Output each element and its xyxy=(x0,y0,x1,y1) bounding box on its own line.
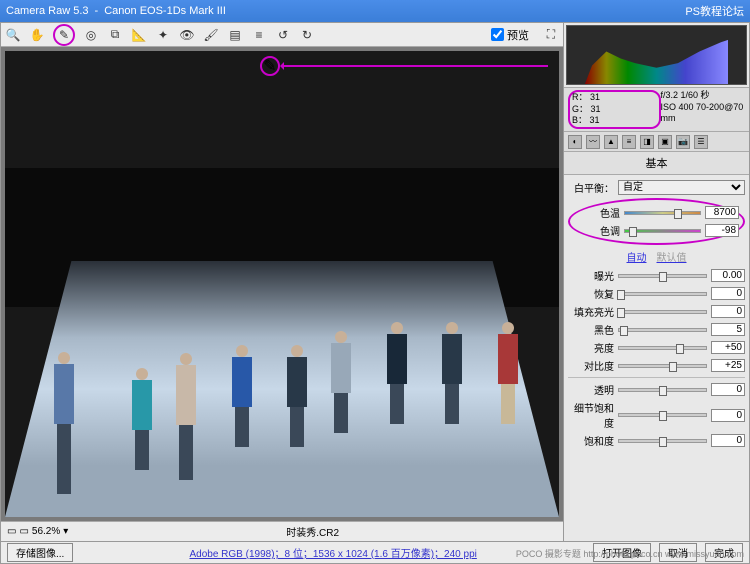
contrast-input[interactable] xyxy=(711,359,745,372)
vibrance-slider[interactable] xyxy=(618,413,707,417)
black-input[interactable] xyxy=(711,323,745,336)
tab-hsl-icon[interactable]: ≡ xyxy=(622,135,636,149)
sat-input[interactable] xyxy=(711,434,745,447)
temp-slider[interactable] xyxy=(624,211,701,215)
zoom-plus-icon[interactable]: ▭ xyxy=(19,526,28,537)
title-bar: Camera Raw 5.3 - Canon EOS-1Ds Mark III … xyxy=(0,0,750,22)
tab-presets-icon[interactable]: ☰ xyxy=(694,135,708,149)
zoom-value[interactable]: 56.2% xyxy=(32,526,60,537)
status-bar: ▭ ▭ 56.2% ▾ 时装秀.CR2 xyxy=(1,521,563,541)
clarity-input[interactable] xyxy=(711,383,745,396)
tint-slider[interactable] xyxy=(624,229,701,233)
adjustment-brush-icon[interactable]: 🖌 xyxy=(203,27,219,43)
annotation-arrow xyxy=(282,65,548,67)
panel-tabs: ◐ 〰 ▲ ≡ ◨ ▣ 📷 ☰ xyxy=(564,132,749,152)
image-canvas-wrap: ✎ xyxy=(1,47,563,521)
rotate-cw-icon[interactable]: ↻ xyxy=(299,27,315,43)
graduated-filter-icon[interactable]: ▤ xyxy=(227,27,243,43)
bright-slider[interactable] xyxy=(618,346,707,350)
white-balance-tool-icon[interactable]: ✎ xyxy=(56,27,72,43)
panel-title: 基本 xyxy=(564,152,749,175)
rgb-readout-highlight: R： 31 G： 31 B： 31 xyxy=(568,90,661,129)
g-value: G： 31 xyxy=(572,104,657,116)
temp-label: 色温 xyxy=(574,205,620,220)
badge-title: PS教程论坛 xyxy=(685,6,744,18)
prefs-icon[interactable]: ≡ xyxy=(251,27,267,43)
wb-label: 白平衡： xyxy=(568,180,614,195)
exposure-slider[interactable] xyxy=(618,274,707,278)
preview-check-input[interactable] xyxy=(491,28,504,41)
color-sampler-icon[interactable]: ◎ xyxy=(83,27,99,43)
temp-tint-highlight: 色温 色调 xyxy=(568,198,745,245)
r-value: R： 31 xyxy=(572,92,657,104)
zoom-tool-icon[interactable]: 🔍 xyxy=(5,27,21,43)
tint-label: 色调 xyxy=(574,223,620,238)
white-balance-tool-highlight: ✎ xyxy=(53,24,75,46)
fill-slider[interactable] xyxy=(618,310,707,314)
info-readout: R： 31 G： 31 B： 31 f/3.2 1/60 秒 ISO 400 7… xyxy=(564,87,749,132)
save-button[interactable]: 存储图像... xyxy=(7,543,73,562)
straighten-tool-icon[interactable]: 📐 xyxy=(131,27,147,43)
exposure-input[interactable] xyxy=(711,269,745,282)
fullscreen-icon[interactable]: ⛶ xyxy=(543,27,559,43)
wb-select[interactable]: 自定 xyxy=(618,180,745,195)
image-preview[interactable]: ✎ xyxy=(5,51,559,517)
temp-input[interactable] xyxy=(705,206,739,219)
histogram[interactable] xyxy=(566,25,747,85)
workflow-link[interactable]: Adobe RGB (1998)；8 位；1536 x 1024 (1.6 百万… xyxy=(81,545,585,560)
recovery-slider[interactable] xyxy=(618,292,707,296)
rotate-ccw-icon[interactable]: ↺ xyxy=(275,27,291,43)
tab-lens-icon[interactable]: ▣ xyxy=(658,135,672,149)
auto-link[interactable]: 自动 xyxy=(627,253,647,264)
crop-tool-icon[interactable]: ⧉ xyxy=(107,27,123,43)
tab-camera-icon[interactable]: 📷 xyxy=(676,135,690,149)
zoom-minus-icon[interactable]: ▭ xyxy=(7,526,16,537)
tint-input[interactable] xyxy=(705,224,739,237)
recovery-input[interactable] xyxy=(711,287,745,300)
clarity-slider[interactable] xyxy=(618,388,707,392)
b-value: B： 31 xyxy=(572,115,657,127)
camera-model: Canon EOS-1Ds Mark III xyxy=(104,5,226,17)
preview-checkbox[interactable]: 预览 xyxy=(491,27,529,43)
default-link[interactable]: 默认值 xyxy=(657,253,687,264)
basic-panel: 白平衡： 自定 色温 色调 自动默认值 曝光 恢复 填充亮光 黑色 xyxy=(564,175,749,541)
tab-split-icon[interactable]: ◨ xyxy=(640,135,654,149)
fill-input[interactable] xyxy=(711,305,745,318)
vibrance-input[interactable] xyxy=(711,409,745,422)
hand-tool-icon[interactable]: ✋ xyxy=(29,27,45,43)
watermark: POCO 摄影专题 http://photo.poco.cn www.missy… xyxy=(516,547,744,560)
spot-removal-icon[interactable]: ✦ xyxy=(155,27,171,43)
black-slider[interactable] xyxy=(618,328,707,332)
tab-detail-icon[interactable]: ▲ xyxy=(604,135,618,149)
app-title: Camera Raw 5.3 xyxy=(6,5,89,17)
tab-basic-icon[interactable]: ◐ xyxy=(568,135,582,149)
filename-label: 时装秀.CR2 xyxy=(68,524,557,539)
tab-curve-icon[interactable]: 〰 xyxy=(586,135,600,149)
sat-slider[interactable] xyxy=(618,439,707,443)
bright-input[interactable] xyxy=(711,341,745,354)
top-toolbar: 🔍 ✋ ✎ ◎ ⧉ 📐 ✦ 👁 🖌 ▤ ≡ ↺ ↻ 预览 ⛶ xyxy=(1,23,563,47)
redeye-tool-icon[interactable]: 👁 xyxy=(179,27,195,43)
contrast-slider[interactable] xyxy=(618,364,707,368)
